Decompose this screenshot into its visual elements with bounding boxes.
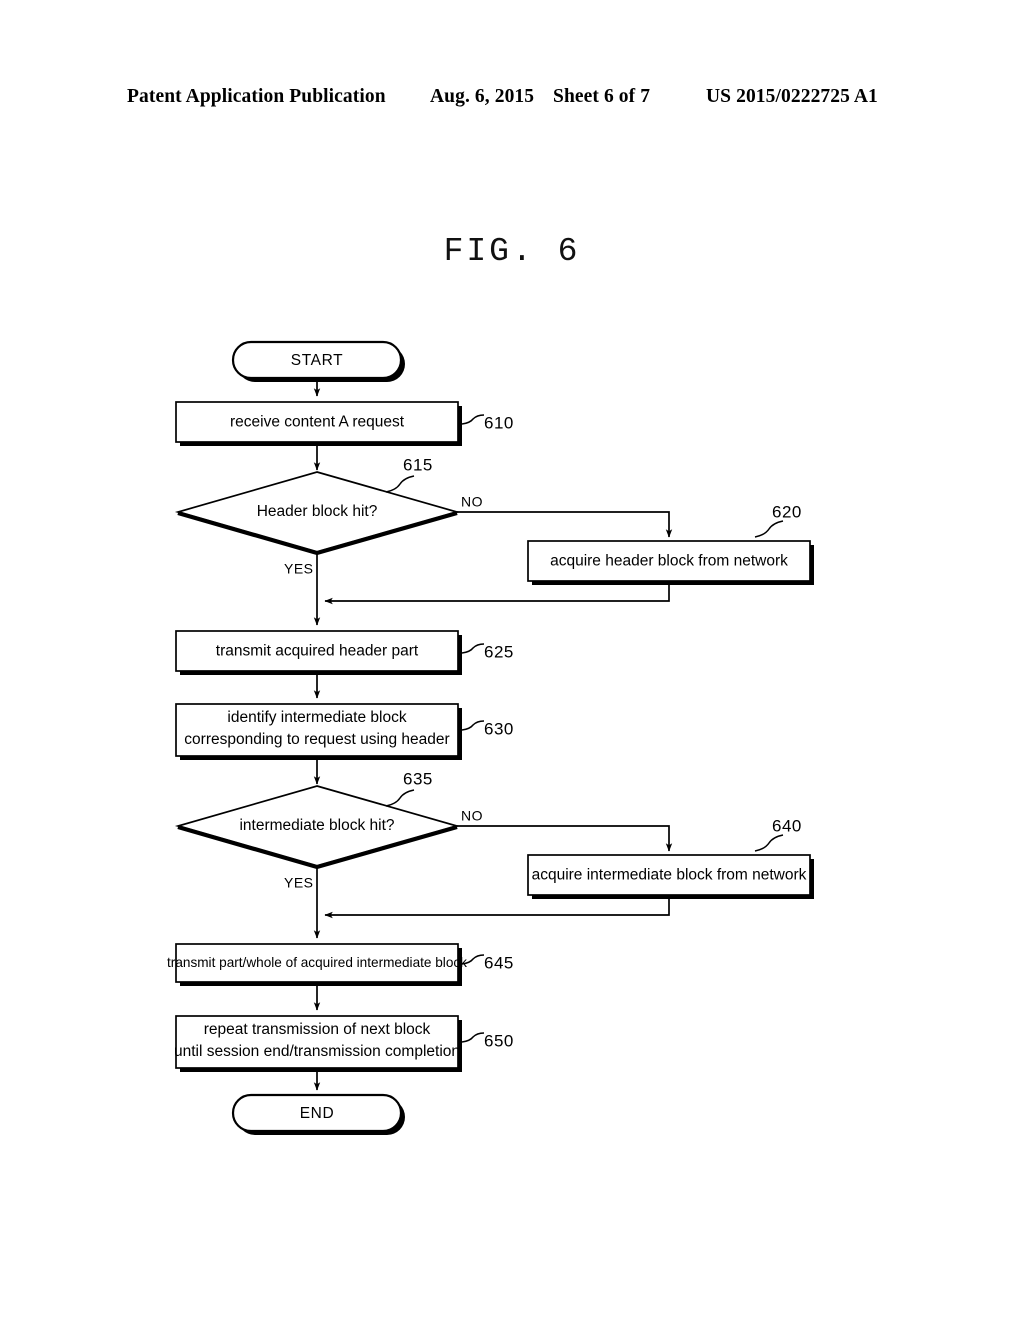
node-615-label: Header block hit? bbox=[257, 503, 378, 520]
leader-635 bbox=[385, 789, 415, 807]
node-630: identify intermediate block correspondin… bbox=[175, 703, 462, 760]
ref-label-620: 620 bbox=[772, 502, 802, 521]
ref-label-610: 610 bbox=[484, 413, 514, 432]
node-645-label: transmit part/whole of acquired intermed… bbox=[167, 955, 467, 970]
edge-615-no-to-620 bbox=[457, 511, 673, 538]
node-620: acquire header block from network bbox=[527, 540, 814, 585]
ref-label-635: 635 bbox=[403, 769, 433, 788]
node-start-label: START bbox=[291, 352, 343, 369]
leader-610 bbox=[461, 414, 485, 425]
ref-label-650: 650 bbox=[484, 1031, 514, 1050]
branch-label-no-615: NO bbox=[461, 494, 483, 510]
node-610: receive content A request bbox=[175, 401, 462, 446]
ref-label-640: 640 bbox=[772, 816, 802, 835]
node-650-label-line2: until session end/transmission completio… bbox=[174, 1043, 460, 1060]
edge-635-no-to-640 bbox=[457, 825, 673, 852]
node-625-label: transmit acquired header part bbox=[216, 643, 419, 660]
node-610-label: receive content A request bbox=[230, 414, 405, 431]
branch-label-yes-635: YES bbox=[284, 875, 314, 891]
leader-625 bbox=[461, 643, 485, 654]
branch-label-yes-615: YES bbox=[284, 561, 314, 577]
leader-620 bbox=[754, 520, 784, 538]
ref-label-630: 630 bbox=[484, 719, 514, 738]
node-635: intermediate block hit? bbox=[174, 785, 461, 870]
node-635-label: intermediate block hit? bbox=[239, 817, 394, 834]
node-630-label-line1: identify intermediate block bbox=[227, 709, 406, 726]
leader-650 bbox=[461, 1032, 485, 1043]
node-630-label-line2: corresponding to request using header bbox=[184, 731, 449, 748]
leader-615 bbox=[385, 475, 415, 493]
node-640: acquire intermediate block from network bbox=[527, 854, 814, 899]
node-end-label: END bbox=[300, 1105, 335, 1122]
ref-label-615: 615 bbox=[403, 455, 433, 474]
leader-630 bbox=[461, 720, 485, 731]
node-650: repeat transmission of next block until … bbox=[174, 1015, 462, 1072]
flowchart-diagram: START receive content A request 610 Head… bbox=[167, 340, 814, 1135]
node-645: transmit part/whole of acquired intermed… bbox=[167, 943, 467, 986]
node-615: Header block hit? bbox=[174, 471, 461, 556]
branch-label-no-635: NO bbox=[461, 808, 483, 824]
node-625: transmit acquired header part bbox=[175, 630, 462, 675]
node-end: END bbox=[231, 1093, 405, 1135]
ref-label-625: 625 bbox=[484, 642, 514, 661]
ref-label-645: 645 bbox=[484, 953, 514, 972]
leader-640 bbox=[754, 834, 784, 852]
node-640-label: acquire intermediate block from network bbox=[532, 867, 807, 884]
node-650-label-line1: repeat transmission of next block bbox=[204, 1021, 431, 1038]
node-620-label: acquire header block from network bbox=[550, 553, 788, 570]
